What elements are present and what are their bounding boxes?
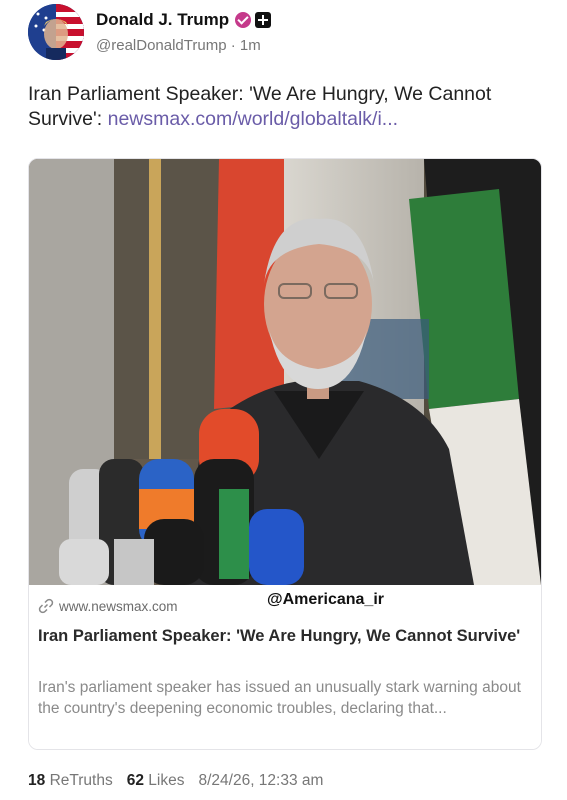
link-icon <box>38 598 54 614</box>
avatar[interactable] <box>28 4 84 60</box>
card-photo <box>29 159 541 585</box>
plus-icon[interactable] <box>255 12 272 28</box>
retruths-stat[interactable]: 18 ReTruths <box>28 772 113 790</box>
verified-badge-icon <box>235 12 252 28</box>
separator: · <box>230 37 236 54</box>
card-title[interactable]: Iran Parliament Speaker: 'We Are Hungry,… <box>38 625 528 647</box>
post-header: Donald J. Trump @realDonaldTrump · 1m <box>28 4 548 64</box>
post-time-ago[interactable]: 1m <box>240 37 261 54</box>
likes-stat[interactable]: 62 Likes <box>127 772 185 790</box>
author-handle[interactable]: @realDonaldTrump <box>96 37 227 54</box>
author-display-name[interactable]: Donald J. Trump <box>96 10 229 30</box>
american-flag-portrait-icon <box>28 4 84 60</box>
post-timestamp: 8/24/26, 12:33 am <box>198 772 324 789</box>
post-body: Iran Parliament Speaker: 'We Are Hungry,… <box>28 82 543 132</box>
card-description: Iran's parliament speaker has issued an … <box>38 679 521 717</box>
card-meta: www.newsmax.com @Americana_ir Iran Parli… <box>29 585 541 749</box>
link-preview-card[interactable]: www.newsmax.com @Americana_ir Iran Parli… <box>28 158 542 750</box>
post-link[interactable]: newsmax.com/world/globaltalk/i... <box>108 108 398 130</box>
post-stats: 18 ReTruths 62 Likes 8/24/26, 12:33 am <box>28 772 337 790</box>
likes-count: 62 <box>126 772 144 789</box>
author-name-row: Donald J. Trump <box>96 10 272 30</box>
watermark-text: @Americana_ir <box>267 591 384 608</box>
card-domain[interactable]: www.newsmax.com <box>59 599 178 614</box>
author-handle-row: @realDonaldTrump · 1m <box>96 37 261 54</box>
retruths-count: 18 <box>28 772 46 789</box>
card-domain-row: www.newsmax.com <box>38 598 178 614</box>
press-conference-photo[interactable] <box>29 159 541 585</box>
likes-label: Likes <box>148 772 185 789</box>
retruths-label: ReTruths <box>49 772 113 789</box>
